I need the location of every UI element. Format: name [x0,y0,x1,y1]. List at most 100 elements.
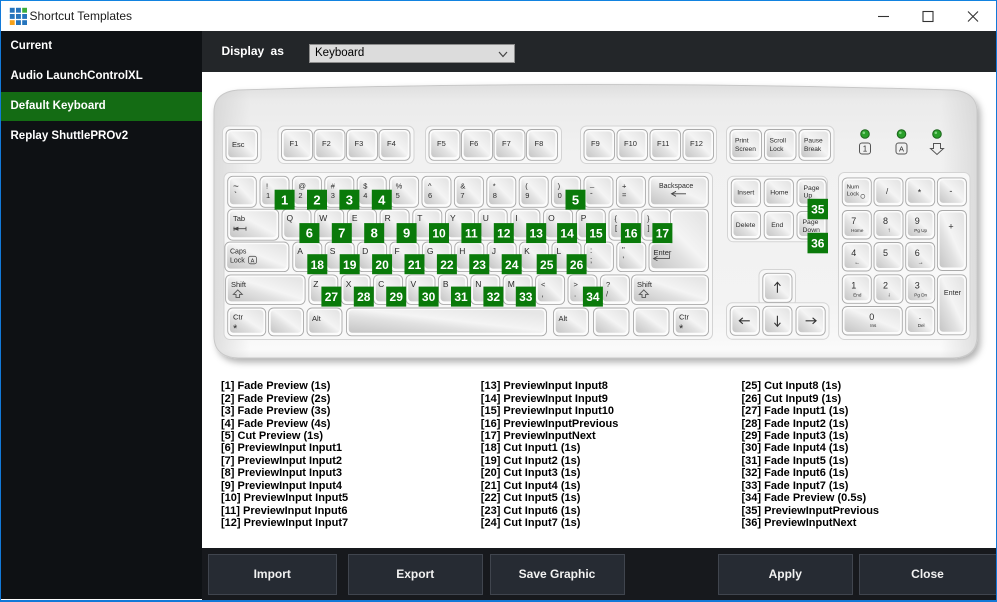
svg-text:13: 13 [530,227,544,241]
svg-text:36: 36 [811,237,825,251]
svg-text:Pause: Pause [804,138,823,145]
svg-text:←: ← [854,260,860,266]
svg-text:23: 23 [473,258,487,272]
svg-text:15: 15 [589,227,603,241]
svg-text:T: T [417,213,422,223]
svg-text:Lock: Lock [230,258,245,265]
svg-text:A: A [899,145,904,154]
svg-text:28: 28 [357,290,371,304]
svg-text:=: = [622,190,627,199]
svg-text:6: 6 [428,191,432,200]
svg-text:U: U [483,213,489,223]
svg-text:26: 26 [570,258,584,272]
svg-text:27: 27 [325,290,339,304]
svg-text:7: 7 [338,226,345,241]
svg-text:@: @ [298,181,306,190]
svg-text:!: ! [266,181,268,190]
svg-text:Screen: Screen [735,146,756,153]
svg-text:9: 9 [915,216,920,226]
svg-text:Ctr: Ctr [679,313,690,322]
svg-text:2: 2 [883,280,888,290]
svg-text:5: 5 [572,192,579,207]
svg-text:F: F [395,246,400,256]
svg-text:22: 22 [440,258,454,272]
svg-text:<: < [541,280,546,289]
svg-text:_: _ [589,179,595,188]
svg-text:F12: F12 [690,139,703,148]
svg-text:M: M [508,279,515,289]
svg-text:Alt: Alt [312,314,322,323]
svg-text:A: A [251,258,255,264]
svg-text:F1: F1 [290,139,299,148]
svg-text:Lock: Lock [770,146,785,153]
svg-text:]: ] [648,224,650,233]
svg-text:↓: ↓ [888,292,891,298]
svg-text:→: → [918,260,924,266]
svg-text:Print: Print [735,138,749,145]
svg-text:34: 34 [586,290,600,304]
svg-text:Break: Break [804,146,822,153]
svg-text:1: 1 [851,280,856,290]
svg-text:Esc: Esc [232,140,245,149]
svg-text:+: + [622,181,627,190]
svg-text:7: 7 [460,191,464,200]
svg-text:F3: F3 [355,139,364,148]
svg-text:.: . [574,289,576,298]
svg-text:3: 3 [915,280,920,290]
svg-text:18: 18 [311,258,325,272]
svg-text:4: 4 [378,192,386,207]
svg-text:Ins: Ins [870,323,877,328]
svg-text:3: 3 [331,191,335,200]
svg-text:X: X [346,279,352,289]
svg-text:4: 4 [851,248,856,258]
svg-text:32: 32 [487,290,501,304]
svg-text:5: 5 [883,248,888,258]
svg-text:*: * [493,181,496,190]
svg-text:G: G [427,246,434,256]
svg-text:Delete: Delete [736,222,756,229]
svg-text:11: 11 [465,227,478,241]
svg-text:^: ^ [428,181,432,190]
svg-text:Z: Z [313,279,318,289]
svg-text:29: 29 [390,290,404,304]
svg-text:R: R [385,213,391,223]
svg-text:D: D [362,246,368,256]
svg-text:25: 25 [540,258,554,272]
svg-text:Shift: Shift [637,280,653,289]
svg-text:5: 5 [396,191,400,200]
svg-text:12: 12 [497,227,511,241]
svg-text:O: O [548,213,555,223]
svg-text:F9: F9 [591,139,600,148]
svg-text:Scroll: Scroll [770,138,787,145]
svg-text:;: ; [590,256,592,265]
svg-text:2: 2 [313,192,320,207]
svg-text:J: J [492,246,496,256]
svg-text:-: - [590,188,593,197]
svg-text:Alt: Alt [559,314,569,323]
svg-text:-: - [949,186,952,196]
svg-text:Home: Home [770,190,788,197]
svg-text:Backspace: Backspace [659,183,693,190]
svg-text:,: , [542,289,544,298]
svg-text:Q: Q [287,213,294,223]
svg-text:14: 14 [560,227,574,241]
svg-text:↑: ↑ [888,228,891,234]
svg-text:S: S [330,246,336,256]
svg-text:21: 21 [408,258,422,272]
svg-text:19: 19 [343,258,357,272]
svg-text:0: 0 [558,191,562,200]
svg-text:Tab: Tab [233,214,245,223]
svg-text:24: 24 [505,258,519,272]
svg-text:%: % [396,181,403,190]
svg-text:H: H [459,246,465,256]
svg-text:B: B [443,279,449,289]
svg-text:>: > [574,280,579,289]
svg-text:I: I [515,213,517,223]
svg-text:F4: F4 [387,139,396,148]
svg-text:16: 16 [624,227,638,241]
svg-text:31: 31 [454,290,468,304]
svg-text:Pg Up: Pg Up [914,228,927,233]
svg-text:8: 8 [493,191,497,200]
svg-text:C: C [378,279,384,289]
svg-text:&: & [460,181,465,190]
